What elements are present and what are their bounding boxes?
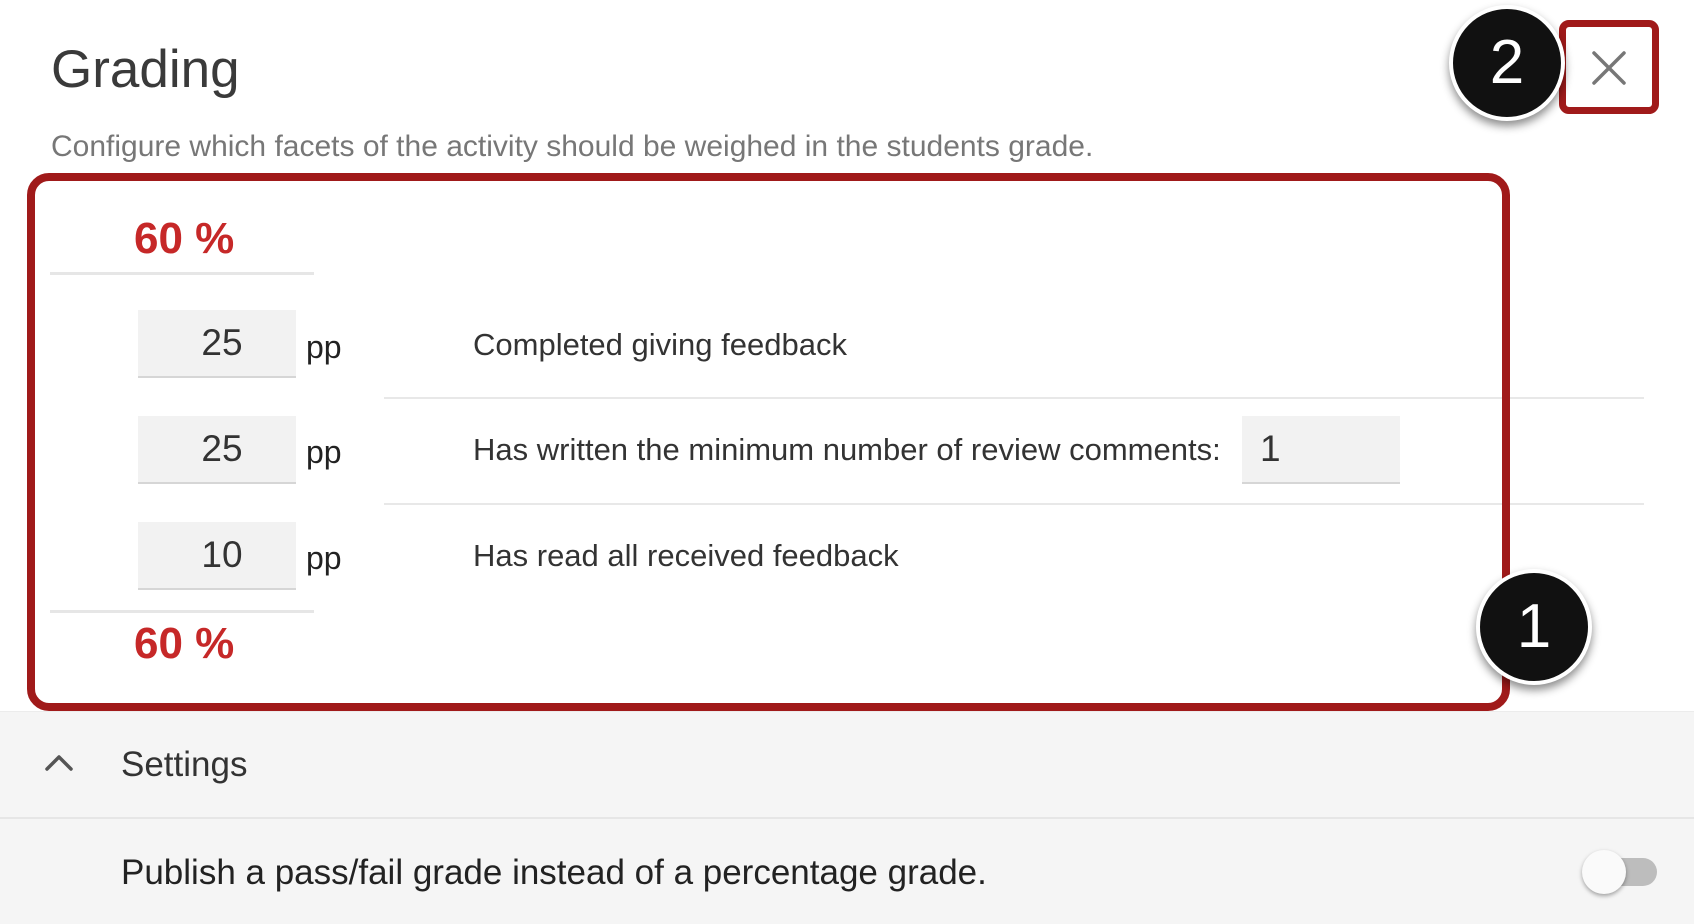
grading-highlight-box — [27, 173, 1510, 711]
callout-badge-1: 1 — [1476, 569, 1592, 685]
callout-badge-2: 2 — [1449, 5, 1565, 121]
page-title: Grading — [51, 40, 240, 99]
close-icon[interactable] — [1590, 49, 1628, 87]
page-subtitle: Configure which facets of the activity s… — [51, 130, 1094, 163]
toggle-knob[interactable] — [1582, 850, 1626, 894]
settings-header[interactable] — [0, 711, 1694, 819]
publish-pass-fail-label: Publish a pass/fail grade instead of a p… — [121, 853, 987, 892]
settings-label: Settings — [121, 745, 248, 784]
chevron-up-icon[interactable] — [44, 752, 74, 772]
